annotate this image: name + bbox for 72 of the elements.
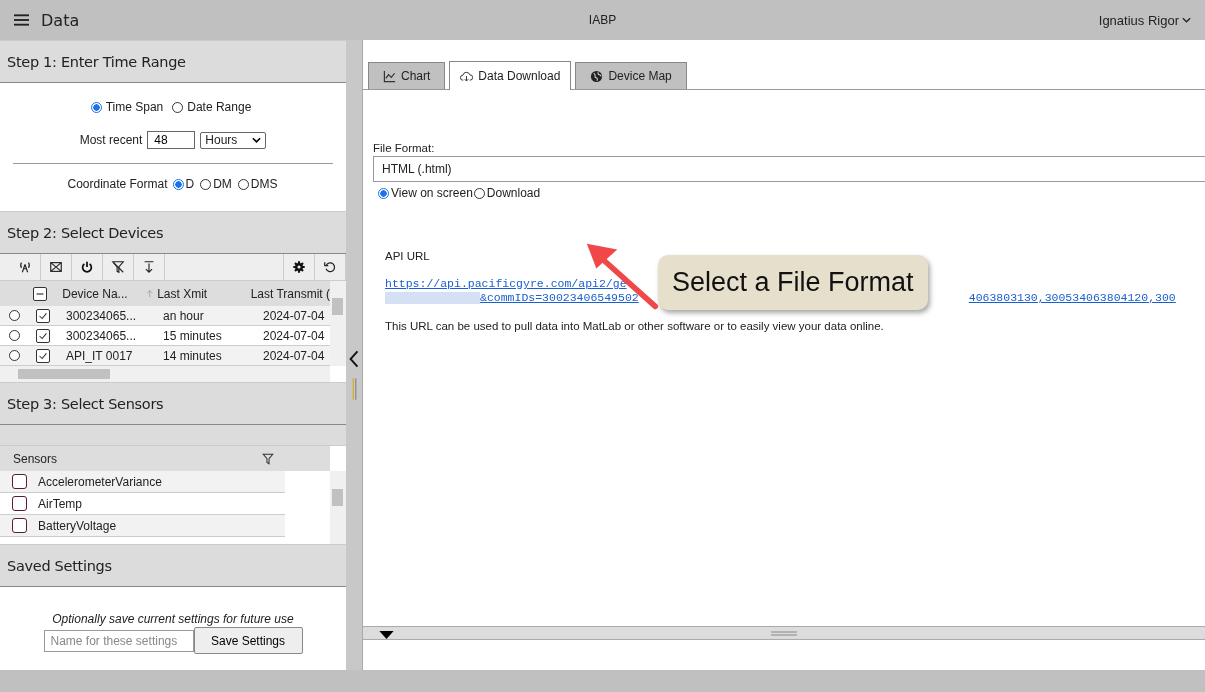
section-header: Step 1: Enter Time Range (0, 40, 346, 83)
collapse-icon[interactable] (348, 348, 360, 370)
section-header: Step 3: Select Sensors (0, 382, 346, 425)
page-title: Data (41, 10, 80, 30)
radio-option[interactable]: View on screen (378, 186, 473, 200)
sensor-checkbox[interactable] (12, 474, 27, 489)
app-name: IABP (588, 13, 617, 27)
table-cell-text: 2024-07-04 (263, 328, 326, 343)
column-header[interactable]: Last Xmit (157, 286, 251, 301)
horizontal-scrollbar[interactable] (0, 366, 330, 382)
row-radio[interactable] (8, 330, 20, 341)
radio-option[interactable]: Time Span (90, 100, 164, 114)
api-note: This URL can be used to pull data into MatLab or other software or to easily view your data online. (385, 320, 885, 332)
column-header[interactable]: Last Transmit ( (250, 286, 330, 301)
grip-icon[interactable] (771, 630, 797, 636)
file-format-dropdown[interactable]: HTML (.html) (373, 156, 1205, 182)
table-cell-text: 2024-07-04 (263, 308, 326, 323)
sensor-name: AirTemp (38, 496, 82, 511)
menu-icon[interactable] (14, 13, 29, 27)
unit-dropdown[interactable]: Hours (200, 131, 267, 149)
callout-tooltip: Select a File Format (658, 255, 928, 310)
user-menu[interactable]: Ignatius Rigor (1098, 12, 1191, 28)
grip-icon[interactable] (351, 376, 357, 402)
field-label: Most recent (79, 133, 143, 147)
field-label: File Format: (373, 142, 436, 154)
row-radio[interactable] (8, 310, 20, 321)
cloud-download-icon (460, 69, 474, 83)
row-checkbox[interactable] (36, 348, 50, 363)
globe-icon (590, 69, 604, 83)
table-cell-text: 300234065... (65, 308, 138, 323)
hint-text: Optionally save current settings for future use (52, 612, 294, 626)
filter-icon[interactable] (262, 452, 274, 465)
radio-option[interactable]: Download (473, 186, 541, 200)
table-cell-text: API_IT 0017 (65, 348, 134, 363)
select-all-checkbox[interactable] (33, 286, 48, 301)
expand-down-icon[interactable] (379, 631, 394, 639)
line-chart-icon (383, 69, 396, 83)
sensor-checkbox[interactable] (12, 496, 27, 511)
radio-option[interactable]: D (172, 177, 195, 191)
table-cell-text: 300234065... (65, 328, 138, 343)
table-cell-text: an hour (163, 308, 205, 323)
section-header: Saved Settings (0, 544, 346, 587)
caret-icon (252, 137, 262, 143)
number-field[interactable]: 48 (147, 131, 196, 149)
section-header: Step 2: Select Devices (0, 211, 346, 254)
api-url-link[interactable]: https://api.pacificgyre.com/api2/ge (385, 277, 627, 291)
api-url-link[interactable]: 4063803130,300534063804120,300 (968, 291, 1176, 305)
tab[interactable]: Device Map (575, 62, 687, 89)
radio-option[interactable]: DM (200, 177, 232, 191)
save-settings-button[interactable]: Save Settings (193, 627, 303, 654)
api-url-label: API URL (385, 250, 431, 262)
sensor-name: AccelerometerVariance (38, 474, 162, 489)
table-cell-text: 14 minutes (163, 348, 223, 363)
api-url-link[interactable]: &commIDs=30023406549502 (480, 291, 639, 305)
vertical-scrollbar[interactable] (330, 281, 346, 366)
tab[interactable]: Data Download (449, 61, 572, 90)
column-header: Sensors (13, 451, 58, 466)
row-checkbox[interactable] (36, 328, 50, 343)
sensor-checkbox[interactable] (12, 518, 27, 533)
column-header[interactable]: Device Na... (54, 286, 142, 301)
radio-option[interactable]: Date Range (172, 100, 252, 114)
tab[interactable]: Chart (368, 62, 446, 89)
row-radio[interactable] (8, 350, 20, 361)
table-cell-text: 15 minutes (163, 328, 223, 343)
sensor-name: BatteryVoltage (38, 518, 117, 533)
field-label: Coordinate Format (67, 177, 168, 191)
radio-option[interactable]: DMS (237, 177, 278, 191)
settings-name-field[interactable]: Name for these settings (43, 629, 194, 652)
table-cell-text: 2024-07-04 (263, 348, 326, 363)
row-checkbox[interactable] (36, 308, 50, 323)
caret-icon (1182, 17, 1191, 23)
vertical-scrollbar[interactable] (330, 471, 346, 544)
